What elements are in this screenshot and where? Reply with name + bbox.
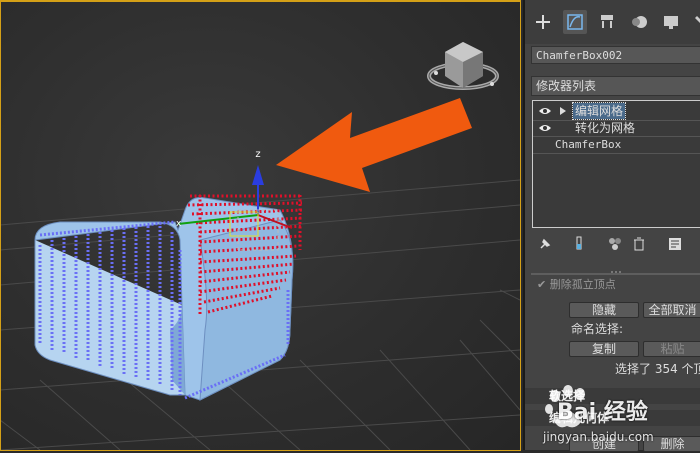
edit-geometry-rollout[interactable]: 编辑几何体 [525, 410, 700, 426]
stack-item-label: 编辑网格 [571, 102, 627, 120]
modify-icon[interactable] [563, 10, 587, 34]
perspective-viewport[interactable]: z x [0, 0, 520, 450]
hide-button[interactable]: 隐藏 [569, 302, 639, 318]
checkbox-label: 删除孤立顶点 [549, 278, 616, 291]
command-panel-tabs [525, 0, 700, 44]
stack-toolbar [525, 232, 700, 256]
create-icon[interactable] [531, 10, 555, 34]
stack-item-chamferbox[interactable]: ChamferBox [533, 137, 700, 153]
command-panel: ChamferBox002 修改器列表 编辑网格 转化为网格 ChamferBo… [523, 0, 700, 452]
remove-modifier-icon[interactable] [631, 236, 647, 252]
modifier-list-dropdown[interactable]: 修改器列表 [531, 76, 700, 96]
paste-button[interactable]: 粘贴 [643, 341, 700, 357]
display-icon[interactable] [659, 10, 683, 34]
eye-icon[interactable] [537, 120, 553, 136]
delete-isolated-vertices-checkbox[interactable]: ✔ 删除孤立顶点 [537, 276, 616, 292]
gizmo-z-label: z [255, 149, 260, 160]
pin-stack-icon[interactable] [537, 236, 553, 252]
gizmo-x-label: x [176, 219, 182, 229]
stack-divider [533, 153, 700, 154]
viewcube-icon[interactable] [427, 42, 499, 90]
stack-item-label: 转化为网格 [575, 121, 636, 135]
viewport-scene: z x [0, 42, 520, 450]
unhide-all-button[interactable]: 全部取消隐 [643, 302, 700, 318]
stack-item-convert-to-mesh[interactable]: 转化为网格 [533, 120, 700, 136]
annotation-arrow [276, 98, 472, 192]
soft-selection-rollout[interactable]: 软选择 [525, 388, 700, 404]
named-selection-label: 命名选择: [571, 322, 624, 336]
motion-icon[interactable] [627, 10, 651, 34]
configure-modifier-sets-icon[interactable] [667, 236, 683, 252]
rollout-title: 软选择 [549, 389, 586, 403]
hierarchy-icon[interactable] [595, 10, 619, 34]
object-name-field[interactable]: ChamferBox002 [531, 46, 700, 64]
expand-arrow-icon[interactable] [559, 103, 567, 119]
utilities-icon[interactable] [689, 10, 700, 34]
modifier-stack: 编辑网格 转化为网格 ChamferBox [532, 100, 700, 228]
checkmark-icon: ✔ [537, 278, 547, 291]
rollout-title: 编辑几何体 [549, 411, 610, 425]
stack-item-label: ChamferBox [555, 138, 622, 151]
make-unique-icon[interactable] [607, 236, 623, 252]
stack-item-edit-mesh[interactable]: 编辑网格 [533, 102, 700, 120]
selection-status: 选择了 354 个顶 [615, 362, 700, 376]
eye-icon[interactable] [537, 103, 553, 119]
show-end-result-icon[interactable] [571, 236, 587, 252]
chamferbox-model[interactable]: z x [34, 149, 304, 401]
copy-button[interactable]: 复制 [569, 341, 639, 357]
